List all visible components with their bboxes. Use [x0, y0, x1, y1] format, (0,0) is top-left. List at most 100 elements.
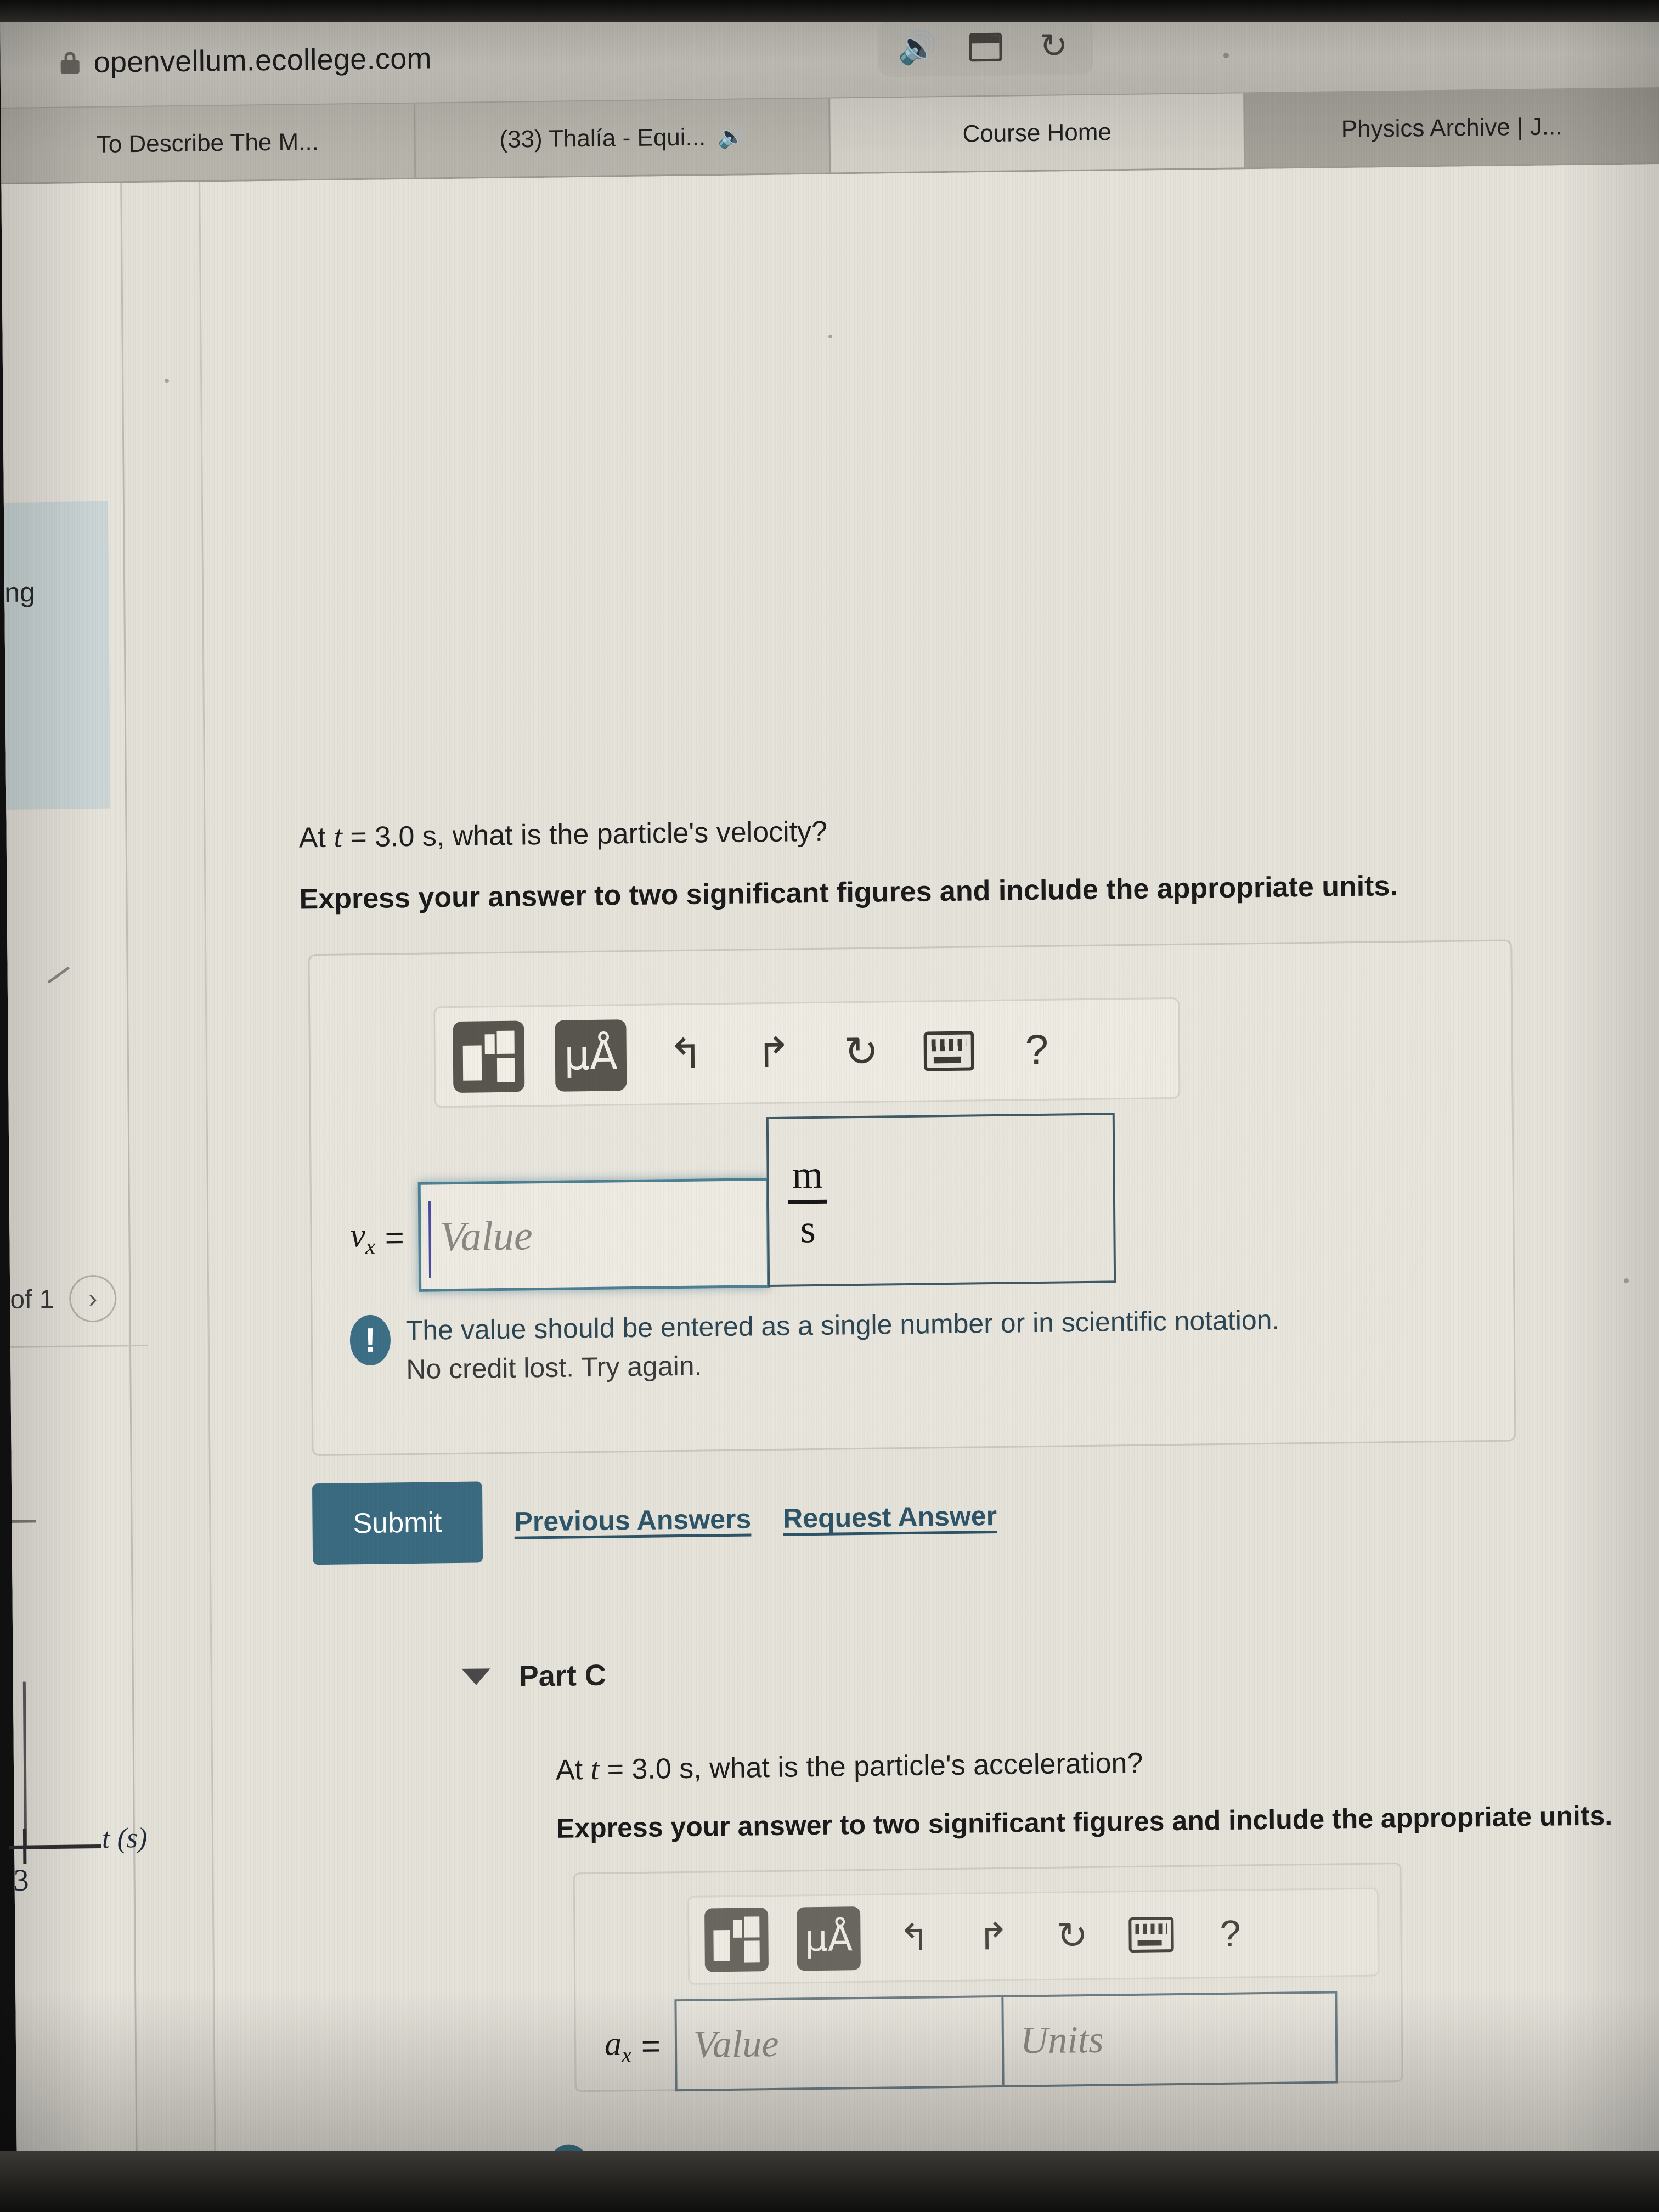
- part-c-answer-row: ax = Value Units: [604, 1991, 1338, 2092]
- rail-dash-decoration: [12, 1520, 36, 1523]
- part-c-answer-card: μÅ ↰ ↱ ↻ ? ax = Value Units: [573, 1863, 1403, 2092]
- feedback-line-1: The value should be entered as a single …: [405, 1304, 1280, 1346]
- help-icon[interactable]: ?: [1205, 1908, 1256, 1959]
- equals-sign: =: [385, 1218, 405, 1256]
- photo-dust-speck: [1223, 53, 1229, 58]
- part-b-math-toolbar: μÅ ↰ ↱ ↻ ?: [433, 997, 1181, 1108]
- tab-audio-icon[interactable]: 🔊: [718, 123, 745, 150]
- value-placeholder: Value: [439, 1212, 533, 1260]
- math-template-button[interactable]: [453, 1020, 525, 1093]
- keyboard-icon[interactable]: [920, 1022, 978, 1080]
- chevron-down-icon[interactable]: [461, 1668, 490, 1685]
- part-c-title: Part C: [518, 1658, 607, 1693]
- redo-icon[interactable]: ↱: [744, 1024, 802, 1082]
- next-question-button[interactable]: ›: [69, 1274, 117, 1323]
- url-text[interactable]: openvellum.ecollege.com: [93, 41, 432, 80]
- left-rail: ng of 1 › t (s) 3: [1, 183, 148, 2192]
- photo-dust-speck: [165, 379, 169, 383]
- browser-controls: 🔊 ↻: [878, 17, 1093, 77]
- part-b-value-input[interactable]: Value: [418, 1178, 770, 1292]
- previous-answers-link[interactable]: Previous Answers: [514, 1503, 751, 1537]
- math-template-button[interactable]: [704, 1908, 769, 1972]
- part-c-instruction: Express your answer to two significant f…: [556, 1800, 1613, 1844]
- part-c-variable-label: ax: [605, 2024, 631, 2068]
- value-placeholder: Value: [693, 2022, 779, 2066]
- undo-icon[interactable]: ↰: [657, 1025, 714, 1083]
- part-b-answer-row: vx = Value m s: [349, 1113, 1116, 1323]
- audio-playing-icon[interactable]: 🔊: [896, 27, 939, 69]
- graph-x-tick: [22, 1829, 27, 1864]
- rail-highlight-panel: [3, 501, 111, 810]
- question-rest: = 3.0 s, what is the particle's velocity…: [342, 815, 828, 854]
- device-screen: openvellum.ecollege.com 🔊 ↻ To Describe …: [0, 0, 1659, 2200]
- tab-physics-archive[interactable]: Physics Archive | J...: [1245, 88, 1659, 168]
- question-rest: = 3.0 s, what is the particle's accelera…: [599, 1747, 1143, 1786]
- units-fraction: m s: [788, 1152, 828, 1251]
- pager-label: of 1: [10, 1284, 54, 1314]
- graph-y-axis: [22, 1681, 27, 1847]
- question-variable: t: [334, 820, 343, 854]
- part-c-math-toolbar: μÅ ↰ ↱ ↻ ?: [687, 1887, 1380, 1985]
- variable-subscript: x: [365, 1233, 376, 1259]
- equals-sign: =: [641, 2027, 661, 2064]
- part-c-value-input[interactable]: Value: [674, 1995, 1005, 2092]
- submit-button[interactable]: Submit: [312, 1481, 483, 1565]
- alert-icon: !: [349, 1314, 391, 1366]
- part-b-question: At t = 3.0 s, what is the particle's vel…: [298, 814, 828, 855]
- undo-icon[interactable]: ↰: [889, 1912, 940, 1963]
- units-numerator: m: [792, 1152, 823, 1197]
- micro-angstrom-icon: μÅ: [804, 1917, 853, 1960]
- part-b-actions: Submit Previous Answers Request Answer: [312, 1475, 997, 1565]
- feedback-line-2: No credit lost. Try again.: [406, 1350, 702, 1385]
- question-variable: t: [590, 1752, 600, 1787]
- tab-label: Physics Archive | J...: [1341, 112, 1562, 143]
- keyboard-icon[interactable]: [1126, 1909, 1177, 1960]
- feedback-text: The value should be entered as a single …: [406, 1301, 1280, 1389]
- part-b-feedback: ! The value should be entered as a singl…: [349, 1299, 1448, 1390]
- text-caret: [428, 1201, 432, 1278]
- tab-label: Course Home: [962, 118, 1112, 148]
- units-denominator: s: [800, 1206, 816, 1251]
- device-bezel-top: [0, 0, 1659, 22]
- variable-name: v: [350, 1216, 366, 1255]
- tabs-icon[interactable]: [964, 26, 1007, 69]
- question-prefix: At: [298, 821, 334, 854]
- part-b-answer-card: μÅ ↰ ↱ ↻ ? vx = Value m s ! The value sh…: [308, 939, 1516, 1457]
- variable-subscript: x: [621, 2042, 632, 2067]
- photo-dust-speck: [1624, 1278, 1629, 1283]
- fraction-bar: [788, 1199, 828, 1204]
- question-prefix: At: [555, 1754, 591, 1786]
- help-icon[interactable]: ?: [1008, 1021, 1065, 1079]
- part-c-question: At t = 3.0 s, what is the particle's acc…: [556, 1745, 1143, 1787]
- math-template-icon: [713, 1916, 760, 1963]
- micro-angstrom-icon: μÅ: [563, 1031, 618, 1080]
- reset-icon[interactable]: ↻: [832, 1023, 890, 1081]
- units-placeholder: Units: [1020, 2018, 1104, 2062]
- variable-name: a: [604, 2025, 622, 2063]
- rail-tick-decoration: [47, 966, 70, 984]
- rail-divider: [10, 1344, 148, 1348]
- page-body: ng of 1 › t (s) 3 At t = 3.0 s, what is …: [1, 164, 1659, 2200]
- reload-icon[interactable]: ↻: [1032, 25, 1075, 67]
- device-bezel-bottom: [0, 2151, 1659, 2212]
- rail-text-fragment: ng: [4, 577, 36, 608]
- units-button[interactable]: μÅ: [797, 1906, 861, 1971]
- graph-tick-label: 3: [13, 1863, 29, 1898]
- tab-thalia-equi[interactable]: (33) Thalía - Equi... 🔊: [415, 98, 831, 178]
- request-answer-link[interactable]: Request Answer: [783, 1500, 997, 1534]
- question-pager: of 1 ›: [10, 1274, 142, 1323]
- tab-label: (33) Thalía - Equi...: [499, 123, 706, 153]
- reset-icon[interactable]: ↻: [1047, 1910, 1098, 1961]
- redo-icon[interactable]: ↱: [968, 1911, 1019, 1962]
- part-c-header[interactable]: Part C: [461, 1658, 607, 1694]
- units-button[interactable]: μÅ: [555, 1019, 627, 1092]
- main-content: At t = 3.0 s, what is the particle's vel…: [200, 164, 1659, 2190]
- part-c-units-input[interactable]: Units: [1001, 1991, 1338, 2087]
- part-b-units-field[interactable]: m s: [766, 1113, 1116, 1288]
- tab-course-home[interactable]: Course Home: [830, 93, 1246, 173]
- math-template-icon: [462, 1030, 515, 1082]
- tab-to-describe-the-m[interactable]: To Describe The M...: [1, 103, 416, 183]
- tab-label: To Describe The M...: [96, 128, 319, 158]
- graph-x-axis-label: t (s): [101, 1822, 148, 1854]
- part-b-variable-label: vx: [350, 1216, 375, 1260]
